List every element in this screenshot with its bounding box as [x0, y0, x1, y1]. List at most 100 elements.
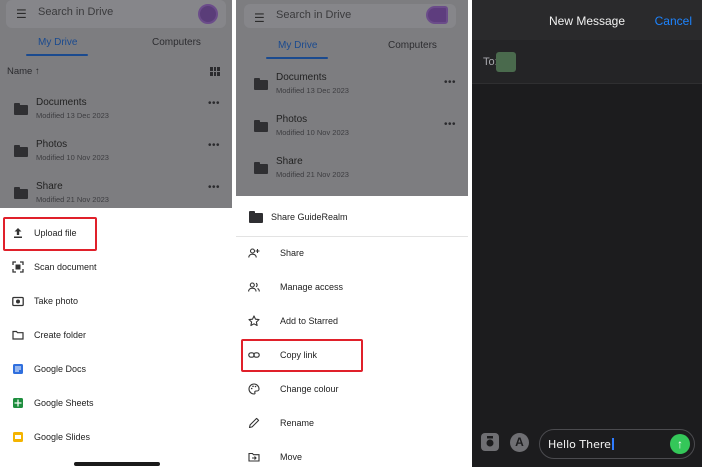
menu-item-label: Take photo — [34, 296, 79, 306]
new-message-panel: New Message Cancel To: A Hello There ↑ — [472, 0, 702, 467]
drive-tabs: My Drive Computers — [236, 32, 468, 59]
menu-item-scan-document[interactable]: Scan document — [0, 253, 232, 283]
highlight-box-copy-link — [241, 339, 363, 372]
more-options-icon[interactable]: ••• — [444, 120, 456, 130]
cancel-button[interactable]: Cancel — [655, 14, 692, 28]
active-tab-indicator — [266, 57, 328, 59]
menu-item-label: Rename — [280, 418, 315, 428]
search-bar[interactable]: ☰ Search in Drive — [244, 4, 456, 28]
message-text-value: Hello There — [548, 438, 611, 451]
more-options-icon[interactable]: ••• — [444, 78, 456, 88]
menu-item-google-slides[interactable]: Google Slides — [0, 423, 232, 453]
menu-item-google-sheets[interactable]: Google Sheets — [0, 389, 232, 419]
file-row[interactable]: Photos Modified 10 Nov 2023 ••• — [236, 113, 468, 153]
file-row[interactable]: Photos Modified 10 Nov 2023 ••• — [0, 138, 232, 178]
compose-bar: A Hello There ↑ — [472, 422, 702, 467]
slides-icon — [13, 432, 23, 442]
menu-item-take-photo[interactable]: Take photo — [0, 287, 232, 317]
search-input[interactable]: Search in Drive — [276, 9, 351, 21]
sheet-folder-title: Share GuideRealm — [271, 212, 348, 222]
search-bar[interactable]: ☰ Search in Drive — [6, 0, 226, 28]
menu-item-create-folder[interactable]: Create folder — [0, 321, 232, 351]
folder-options-bottom-sheet: Share GuideRealm Share Manage access Add… — [236, 198, 468, 467]
file-row[interactable]: Documents Modified 13 Dec 2023 ••• — [0, 96, 232, 136]
folder-outline-icon — [12, 330, 24, 340]
app-store-icon[interactable]: A — [510, 433, 529, 452]
folder-icon — [254, 120, 268, 132]
drive-dimmed-backdrop: ☰ Search in Drive My Drive Computers Nam… — [0, 0, 232, 208]
menu-item-share[interactable]: Share — [236, 239, 468, 269]
docs-icon — [13, 364, 23, 374]
search-input[interactable]: Search in Drive — [38, 6, 113, 18]
more-options-icon[interactable]: ••• — [208, 99, 220, 109]
menu-item-label: Manage access — [280, 282, 344, 292]
file-modified-date: Modified 10 Nov 2023 — [36, 153, 109, 162]
text-caret — [611, 438, 614, 450]
avatar[interactable] — [198, 4, 218, 24]
file-modified-date: Modified 13 Dec 2023 — [36, 111, 109, 120]
folder-icon — [14, 145, 28, 157]
menu-item-google-docs[interactable]: Google Docs — [0, 355, 232, 385]
file-name: Share — [276, 156, 303, 167]
message-input[interactable]: Hello There ↑ — [539, 429, 695, 459]
drive-dimmed-backdrop: ☰ Search in Drive My Drive Computers Doc… — [236, 0, 468, 196]
send-button[interactable]: ↑ — [670, 434, 690, 454]
drive-upload-panel: ☰ Search in Drive My Drive Computers Nam… — [0, 0, 232, 467]
file-row[interactable]: Documents Modified 13 Dec 2023 ••• — [236, 71, 468, 111]
menu-item-label: Change colour — [280, 384, 339, 394]
highlight-box-upload-file — [3, 217, 97, 251]
menu-item-move[interactable]: Move — [236, 443, 468, 467]
palette-icon — [248, 383, 260, 395]
grid-view-icon[interactable] — [210, 67, 220, 76]
menu-item-label: Add to Starred — [280, 316, 339, 326]
camera-glyph-icon — [486, 436, 494, 447]
hamburger-menu-icon[interactable]: ☰ — [254, 12, 266, 24]
sheets-icon — [13, 398, 23, 408]
avatar[interactable] — [426, 6, 448, 24]
drive-tabs: My Drive Computers — [0, 32, 232, 56]
people-icon — [248, 282, 260, 292]
tab-computers[interactable]: Computers — [152, 37, 201, 48]
hamburger-menu-icon[interactable]: ☰ — [16, 8, 28, 20]
tab-my-drive[interactable]: My Drive — [38, 37, 77, 48]
camera-icon — [12, 296, 24, 307]
tab-computers[interactable]: Computers — [388, 40, 437, 51]
menu-item-add-to-starred[interactable]: Add to Starred — [236, 307, 468, 337]
menu-item-rename[interactable]: Rename — [236, 409, 468, 439]
message-text: Hello There — [548, 438, 614, 451]
menu-item-label: Google Slides — [34, 432, 91, 442]
active-tab-indicator — [26, 54, 88, 56]
menu-item-manage-access[interactable]: Manage access — [236, 273, 468, 303]
menu-item-label: Move — [280, 452, 303, 462]
file-modified-date: Modified 13 Dec 2023 — [276, 86, 349, 95]
recipient-row[interactable]: To: — [472, 40, 702, 84]
home-indicator — [74, 462, 160, 466]
file-name: Documents — [276, 72, 327, 83]
recipient-chip[interactable] — [496, 52, 516, 72]
folder-icon — [249, 211, 263, 223]
more-options-icon[interactable]: ••• — [208, 183, 220, 193]
menu-item-label: Google Sheets — [34, 398, 94, 408]
sheet-divider — [236, 236, 468, 237]
more-options-icon[interactable]: ••• — [208, 141, 220, 151]
tab-my-drive[interactable]: My Drive — [278, 40, 317, 51]
folder-icon — [254, 162, 268, 174]
file-name: Photos — [36, 139, 68, 150]
menu-item-label: Google Docs — [34, 364, 87, 374]
folder-icon — [14, 103, 28, 115]
folder-icon — [14, 187, 28, 199]
file-modified-date: Modified 21 Nov 2023 — [276, 170, 349, 179]
message-header: New Message Cancel — [472, 0, 702, 40]
file-name: Photos — [276, 114, 308, 125]
file-row[interactable]: Share Modified 21 Nov 2023 — [236, 155, 468, 195]
move-icon — [248, 452, 260, 462]
camera-icon[interactable] — [481, 433, 499, 451]
upload-bottom-sheet: Upload file Scan document Take photo Cre… — [0, 208, 232, 467]
sort-by-name-button[interactable]: Name ↑ — [7, 66, 40, 77]
pencil-icon — [248, 417, 260, 429]
menu-item-change-colour[interactable]: Change colour — [236, 375, 468, 405]
file-modified-date: Modified 10 Nov 2023 — [276, 128, 349, 137]
folder-icon — [254, 78, 268, 90]
file-name: Documents — [36, 97, 87, 108]
add-person-icon — [248, 248, 260, 258]
